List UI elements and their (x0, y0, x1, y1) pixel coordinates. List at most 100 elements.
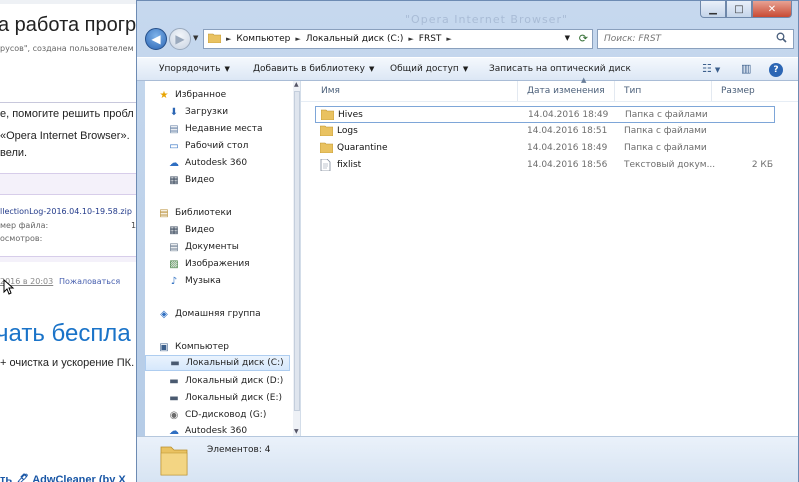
column-header-name[interactable]: Имя (321, 86, 340, 96)
file-name: Hives (338, 110, 363, 120)
nav-item-label: Autodesk 360 (185, 158, 248, 168)
libraries-header[interactable]: ▤ Библиотеки (157, 205, 298, 221)
file-date: 14.04.2016 18:49 (528, 110, 609, 120)
file-date: 14.04.2016 18:56 (527, 160, 608, 170)
music-icon: ♪ (170, 275, 178, 287)
nav-item-label: Изображения (185, 259, 250, 269)
back-arrow-icon: ◀ (151, 32, 161, 46)
column-divider[interactable] (517, 81, 518, 101)
scroll-thumb[interactable] (294, 91, 300, 411)
star-icon: ★ (159, 89, 169, 101)
command-bar: Упорядочить ▼ Добавить в библиотеку ▼ Общи… (137, 57, 798, 81)
ad-headline[interactable]: чать беспла (0, 320, 131, 348)
nav-item-label: CD-дисковод (G:) (185, 410, 267, 420)
file-row-hives[interactable]: Hives 14.04.2016 18:49 Папка с файлами (315, 106, 775, 123)
nav-item-desktop[interactable]: ▭ Рабочий стол (167, 138, 300, 154)
address-dropdown-icon[interactable]: ▼ (565, 34, 570, 42)
attachment-link[interactable]: llectionLog-2016.04.10-19.58.zip (0, 207, 132, 216)
adwcleaner-link[interactable]: ть 🖋 AdwCleaner (by X (0, 473, 126, 482)
attachment-header-band (0, 173, 150, 195)
breadcrumb-frst[interactable]: FRST (419, 34, 442, 44)
drive-icon: ▬ (169, 392, 179, 404)
preview-pane-icon[interactable]: ▥ (741, 62, 751, 75)
add-to-library-button[interactable]: Добавить в библиотеку ▼ (253, 64, 374, 74)
minimize-button[interactable]: ▁ (700, 1, 726, 18)
nav-item-drive-e[interactable]: ▬ Локальный диск (E:) (167, 390, 300, 406)
breadcrumb-chevron-icon[interactable]: ► (226, 35, 231, 43)
background-web-page: а работа програ русов", создана пользова… (0, 0, 150, 482)
maximize-button[interactable]: □ (726, 1, 752, 18)
navigation-scrollbar[interactable]: ▲ ▼ (293, 81, 300, 436)
column-header-type[interactable]: Тип (624, 86, 641, 96)
file-row-logs[interactable]: Logs 14.04.2016 18:51 Папка с файлами (315, 123, 775, 140)
breadcrumb-chevron-icon[interactable]: ► (295, 35, 300, 43)
nav-item-video-fav[interactable]: ▦ Видео (167, 172, 300, 188)
file-name: Logs (337, 126, 358, 136)
report-link[interactable]: Пожаловаться (59, 277, 120, 286)
nav-item-music[interactable]: ♪ Музыка (167, 273, 300, 289)
page-top-strip (0, 0, 150, 4)
chevron-down-icon: ▼ (714, 66, 721, 74)
column-divider[interactable] (711, 81, 712, 101)
nav-item-drive-c[interactable]: ▬ Локальный диск (C:) (145, 355, 290, 371)
scroll-up-icon[interactable]: ▲ (294, 81, 299, 88)
libraries-label: Библиотеки (175, 208, 232, 218)
organize-label: Упорядочить (159, 64, 221, 74)
nav-item-downloads[interactable]: ⬇ Загрузки (167, 104, 300, 120)
breadcrumb-chevron-icon[interactable]: ► (446, 35, 451, 43)
file-list: ▲ Имя Дата изменения Тип Размер Hives 14… (301, 76, 798, 436)
search-input[interactable] (604, 34, 764, 44)
scroll-down-icon[interactable]: ▼ (294, 428, 299, 435)
ad-subline: + очистка и ускорение ПК. (0, 357, 135, 369)
breadcrumb-computer[interactable]: Компьютер (236, 34, 290, 44)
nav-item-autodesk[interactable]: ☁ Autodesk 360 (167, 155, 300, 171)
page-subheading: русов", создана пользователем С (0, 44, 142, 53)
breadcrumb-drive-c[interactable]: Локальный диск (C:) (306, 34, 404, 44)
nav-item-autodesk-2[interactable]: ☁ Autodesk 360 (167, 423, 300, 437)
favorites-header[interactable]: ★ Избранное (157, 87, 298, 103)
share-button[interactable]: Общий доступ ▼ (390, 64, 468, 74)
divider (0, 102, 150, 103)
navigation-bar: ◀ ▶ ▼ ► Компьютер ► Локальный диск (C:) … (145, 27, 794, 51)
address-bar[interactable]: ► Компьютер ► Локальный диск (C:) ► FRST… (203, 29, 593, 49)
file-row-quarantine[interactable]: Quarantine 14.04.2016 18:49 Папка с файл… (315, 140, 775, 157)
post-text-line: вели. (0, 147, 28, 159)
nav-item-recent-places[interactable]: ▤ Недавние места (167, 121, 300, 137)
share-label: Общий доступ (390, 64, 459, 74)
nav-item-label: Autodesk 360 (185, 426, 248, 436)
forward-button[interactable]: ▶ (169, 28, 191, 50)
file-row-fixlist[interactable]: fixlist 14.04.2016 18:56 Текстовый докум… (315, 157, 775, 174)
nav-item-documents[interactable]: ▤ Документы (167, 239, 300, 255)
column-divider[interactable] (614, 81, 615, 101)
back-button[interactable]: ◀ (145, 28, 167, 50)
column-header-size[interactable]: Размер (721, 86, 755, 96)
sort-indicator-icon: ▲ (581, 76, 587, 84)
homegroup-item[interactable]: ◈ Домашняя группа (157, 306, 298, 322)
chevron-down-icon: ▼ (224, 65, 230, 73)
search-icon[interactable] (776, 32, 787, 46)
close-button[interactable]: ✕ (752, 1, 792, 18)
nav-item-video-lib[interactable]: ▦ Видео (167, 222, 300, 238)
post-text-line: «Opera Internet Browser». (0, 130, 130, 142)
file-date: 14.04.2016 18:49 (527, 143, 608, 153)
computer-header[interactable]: ▣ Компьютер (157, 339, 298, 355)
organize-button[interactable]: Упорядочить ▼ (159, 64, 230, 74)
search-box[interactable] (597, 29, 794, 49)
recent-pages-dropdown[interactable]: ▼ (193, 34, 198, 42)
view-options-icon[interactable]: ☷ ▼ (702, 62, 720, 75)
computer-icon: ▣ (159, 341, 169, 353)
nav-item-label: Локальный диск (C:) (186, 358, 284, 368)
nav-item-label: Локальный диск (D:) (185, 376, 284, 386)
column-header-date[interactable]: Дата изменения (527, 86, 605, 96)
nav-item-cd-drive[interactable]: ◉ CD-дисковод (G:) (167, 407, 300, 423)
burn-button[interactable]: Записать на оптический диск (489, 64, 631, 74)
nav-item-pictures[interactable]: ▨ Изображения (167, 256, 300, 272)
nav-item-drive-d[interactable]: ▬ Локальный диск (D:) (167, 373, 300, 389)
refresh-icon[interactable]: ⟳ (579, 32, 588, 45)
cloud-icon: ☁ (169, 157, 179, 169)
nav-item-label: Музыка (185, 276, 221, 286)
breadcrumb-chevron-icon[interactable]: ► (408, 35, 413, 43)
desktop-icon: ▭ (169, 140, 179, 152)
video-icon: ▦ (169, 224, 179, 236)
help-icon[interactable]: ? (769, 63, 783, 77)
